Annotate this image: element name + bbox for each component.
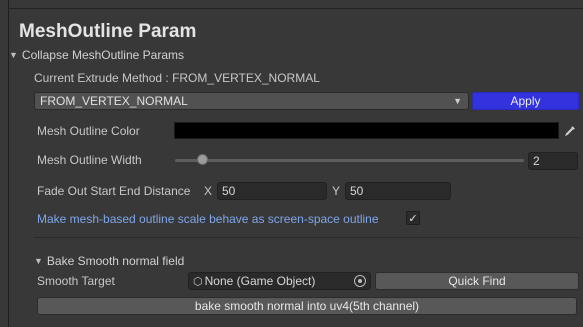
outline-width-slider[interactable] — [175, 159, 524, 162]
triangle-down-icon: ▼ — [9, 50, 18, 60]
apply-button[interactable]: Apply — [472, 92, 579, 110]
divider — [34, 237, 579, 238]
smooth-target-value: None (Game Object) — [204, 274, 316, 288]
extrude-method-dropdown[interactable]: FROM_VERTEX_NORMAL ▼ — [34, 92, 469, 110]
divider — [8, 8, 583, 9]
eyedropper-icon[interactable] — [561, 122, 578, 139]
quick-find-button[interactable]: Quick Find — [375, 272, 579, 290]
fade-x-label: X — [204, 184, 213, 198]
slider-thumb[interactable] — [196, 154, 208, 165]
current-extrude-method: Current Extrude Method : FROM_VERTEX_NOR… — [34, 71, 320, 85]
screen-space-label: Make mesh-based outline scale behave as … — [37, 212, 379, 226]
dropdown-value: FROM_VERTEX_NORMAL — [40, 94, 188, 108]
fade-distance-label: Fade Out Start End Distance — [37, 184, 191, 198]
foldout-label: Bake Smooth normal field — [46, 254, 185, 268]
cube-icon: ⬡ — [193, 275, 203, 288]
object-picker-icon[interactable] — [354, 275, 366, 287]
foldout-bake-smooth-normal[interactable]: ▼ Bake Smooth normal field — [34, 254, 184, 268]
foldout-meshoutline-params[interactable]: ▼ Collapse MeshOutline Params — [9, 48, 184, 62]
section-title: MeshOutline Param — [19, 21, 197, 42]
outline-width-label: Mesh Outline Width — [37, 153, 142, 167]
outline-width-input[interactable]: 2 — [528, 152, 578, 170]
screen-space-checkbox[interactable]: ✓ — [406, 211, 420, 225]
fade-y-label: Y — [332, 184, 341, 198]
smooth-target-label: Smooth Target — [37, 274, 115, 288]
outline-color-field[interactable] — [174, 122, 559, 139]
smooth-target-field[interactable]: ⬡ None (Game Object) — [188, 272, 371, 290]
foldout-label: Collapse MeshOutline Params — [21, 48, 184, 62]
fade-x-input[interactable]: 50 — [217, 182, 327, 200]
bake-smooth-normal-button[interactable]: bake smooth normal into uv4(5th channel) — [37, 297, 577, 315]
dropdown-arrow-icon: ▼ — [453, 96, 462, 106]
fade-y-input[interactable]: 50 — [345, 182, 451, 200]
triangle-down-icon: ▼ — [34, 256, 43, 266]
outline-color-label: Mesh Outline Color — [37, 124, 140, 138]
